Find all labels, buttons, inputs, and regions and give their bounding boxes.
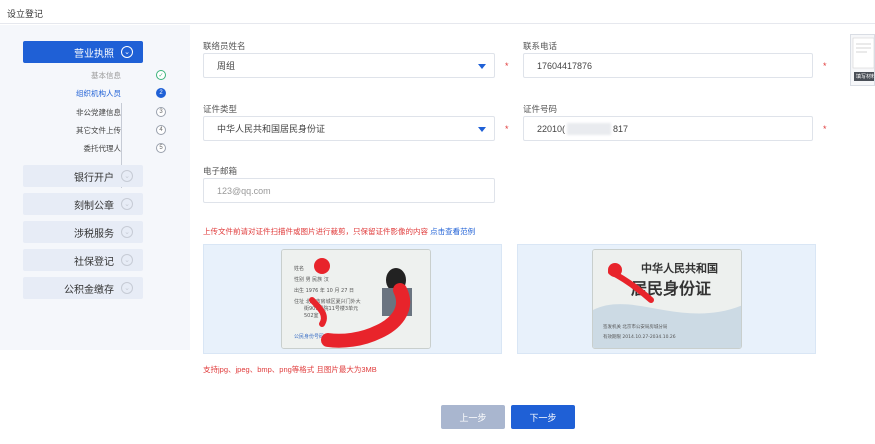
sidebar-item-label: 涉税服务	[74, 228, 114, 240]
sidebar: 营业执照 ⌄ 基本信息 ✓ 组织机构人员 2 非公党建信息 3 其它文件上传 4…	[0, 25, 190, 350]
step-other-files[interactable]: 其它文件上传 4	[40, 123, 190, 137]
upload-notice-text: 上传文件前请对证件扫描件或图片进行裁剪，只保留证件影像的内容	[203, 227, 431, 236]
sidebar-item-label: 刻制公章	[74, 200, 114, 212]
check-icon: ✓	[156, 70, 166, 80]
sidebar-item-bank-account[interactable]: 银行开户 ⌄	[23, 165, 143, 187]
contact-name-select[interactable]: 周组	[203, 53, 495, 78]
sidebar-item-housing-fund[interactable]: 公积金缴存 ⌄	[23, 277, 143, 299]
step-number-badge: 5	[156, 143, 166, 153]
email-label: 电子邮箱	[203, 166, 238, 176]
chevron-down-icon: ⌄	[121, 170, 133, 182]
step-basic-info[interactable]: 基本信息 ✓	[40, 68, 190, 82]
required-mark: *	[823, 61, 827, 71]
step-agent[interactable]: 委托代理人 5	[40, 141, 190, 155]
step-label: 非公党建信息	[76, 107, 121, 117]
sidebar-item-label: 社保登记	[74, 256, 114, 268]
id-card-back-graphic: 中华人民共和国 居民身份证 签发机关 北京市公安局房城分局 有效期限 2014.…	[593, 250, 741, 348]
contact-name-value: 周组	[217, 61, 236, 71]
dropdown-arrow-icon	[478, 64, 486, 69]
step-org-personnel[interactable]: 组织机构人员 2	[40, 86, 190, 100]
card-front-line: 502室	[304, 312, 319, 319]
page-title: 设立登记	[7, 9, 44, 19]
redacted-block	[567, 122, 612, 135]
card-back-title: 中华人民共和国	[641, 261, 718, 275]
step-label: 基本信息	[91, 70, 121, 80]
id-card-back-image: 中华人民共和国 居民身份证 签发机关 北京市公安局房城分局 有效期限 2014.…	[592, 249, 742, 349]
step-number-badge: 3	[156, 107, 166, 117]
upload-id-front[interactable]: 姓名 性别 男 民族 汉 出生 1976 年 10 月 27 日 住址 北京市房…	[203, 244, 502, 354]
id-number-suffix: 817	[613, 123, 629, 134]
phone-input[interactable]: 17604417876	[523, 53, 813, 78]
sidebar-item-tax[interactable]: 涉税服务 ⌄	[23, 221, 143, 243]
next-step-button[interactable]: 下一步	[511, 405, 575, 429]
id-number-prefix: 22010(	[537, 123, 566, 134]
sidebar-item-label: 银行开户	[74, 172, 114, 184]
id-type-select[interactable]: 中华人民共和国居民身份证	[203, 116, 495, 141]
upload-id-back[interactable]: 中华人民共和国 居民身份证 签发机关 北京市公安局房城分局 有效期限 2014.…	[517, 244, 816, 354]
phone-label: 联系电话	[523, 41, 558, 51]
previous-step-button[interactable]: 上一步	[441, 405, 505, 429]
step-number-badge: 2	[156, 88, 166, 98]
step-party-building[interactable]: 非公党建信息 3	[40, 105, 190, 119]
view-example-link[interactable]: 点击查看范例	[430, 227, 475, 236]
dropdown-arrow-icon	[478, 127, 486, 132]
chevron-down-icon: ⌄	[121, 282, 133, 294]
id-type-label: 证件类型	[203, 104, 238, 114]
top-bar: 设立登记	[0, 0, 875, 24]
step-number-badge: 4	[156, 125, 166, 135]
chevron-down-icon: ⌄	[121, 198, 133, 210]
card-front-line: 出生 1976 年 10 月 27 日	[294, 287, 354, 294]
step-label: 委托代理人	[83, 143, 122, 153]
card-back-issuer: 签发机关 北京市公安局房城分局	[603, 323, 668, 330]
upload-notice: 上传文件前请对证件扫描件或图片进行裁剪，只保留证件影像的内容 点击查看范例	[203, 226, 475, 237]
id-type-value: 中华人民共和国居民身份证	[217, 124, 326, 134]
chevron-down-icon: ⌄	[121, 46, 133, 58]
email-placeholder: 123@qq.com	[217, 185, 271, 196]
card-back-valid: 有效期限 2014.10.27-2034.10.26	[603, 333, 676, 340]
id-card-front-image: 姓名 性别 男 民族 汉 出生 1976 年 10 月 27 日 住址 北京市房…	[281, 249, 431, 349]
required-mark: *	[823, 124, 827, 134]
card-front-line: 姓名	[294, 265, 304, 272]
step-label: 其它文件上传	[76, 125, 121, 135]
sidebar-item-label: 公积金缴存	[64, 284, 114, 296]
id-card-front-graphic: 姓名 性别 男 民族 汉 出生 1976 年 10 月 27 日 住址 北京市房…	[282, 250, 430, 348]
required-mark: *	[505, 61, 509, 71]
card-front-line: 街909号院11号楼3单元	[304, 305, 358, 312]
phone-value: 17604417876	[537, 60, 593, 71]
sidebar-item-seal[interactable]: 刻制公章 ⌄	[23, 193, 143, 215]
side-thumbnail[interactable]: 填写材料	[850, 34, 875, 86]
step-label: 组织机构人员	[76, 88, 121, 98]
email-input[interactable]: 123@qq.com	[203, 178, 495, 203]
sidebar-item-label: 营业执照	[74, 48, 114, 60]
thumbnail-tag: 填写材料	[854, 72, 874, 81]
chevron-down-icon: ⌄	[121, 226, 133, 238]
sidebar-item-business-license[interactable]: 营业执照 ⌄	[23, 41, 143, 63]
required-mark: *	[505, 124, 509, 134]
id-number-input[interactable]: 22010( 817	[523, 116, 813, 141]
upload-hint: 支持jpg、jpeg、bmp、png等格式 且图片最大为3MB	[203, 365, 377, 374]
card-front-line: 性别 男 民族 汉	[294, 276, 329, 283]
sidebar-item-social-security[interactable]: 社保登记 ⌄	[23, 249, 143, 271]
chevron-down-icon: ⌄	[121, 254, 133, 266]
card-front-line: 公民身份号码	[294, 333, 324, 340]
card-front-line: 住址 北京市房城区夏兴门外大	[294, 298, 361, 305]
contact-name-label: 联络员姓名	[203, 41, 246, 51]
id-number-label: 证件号码	[523, 104, 558, 114]
